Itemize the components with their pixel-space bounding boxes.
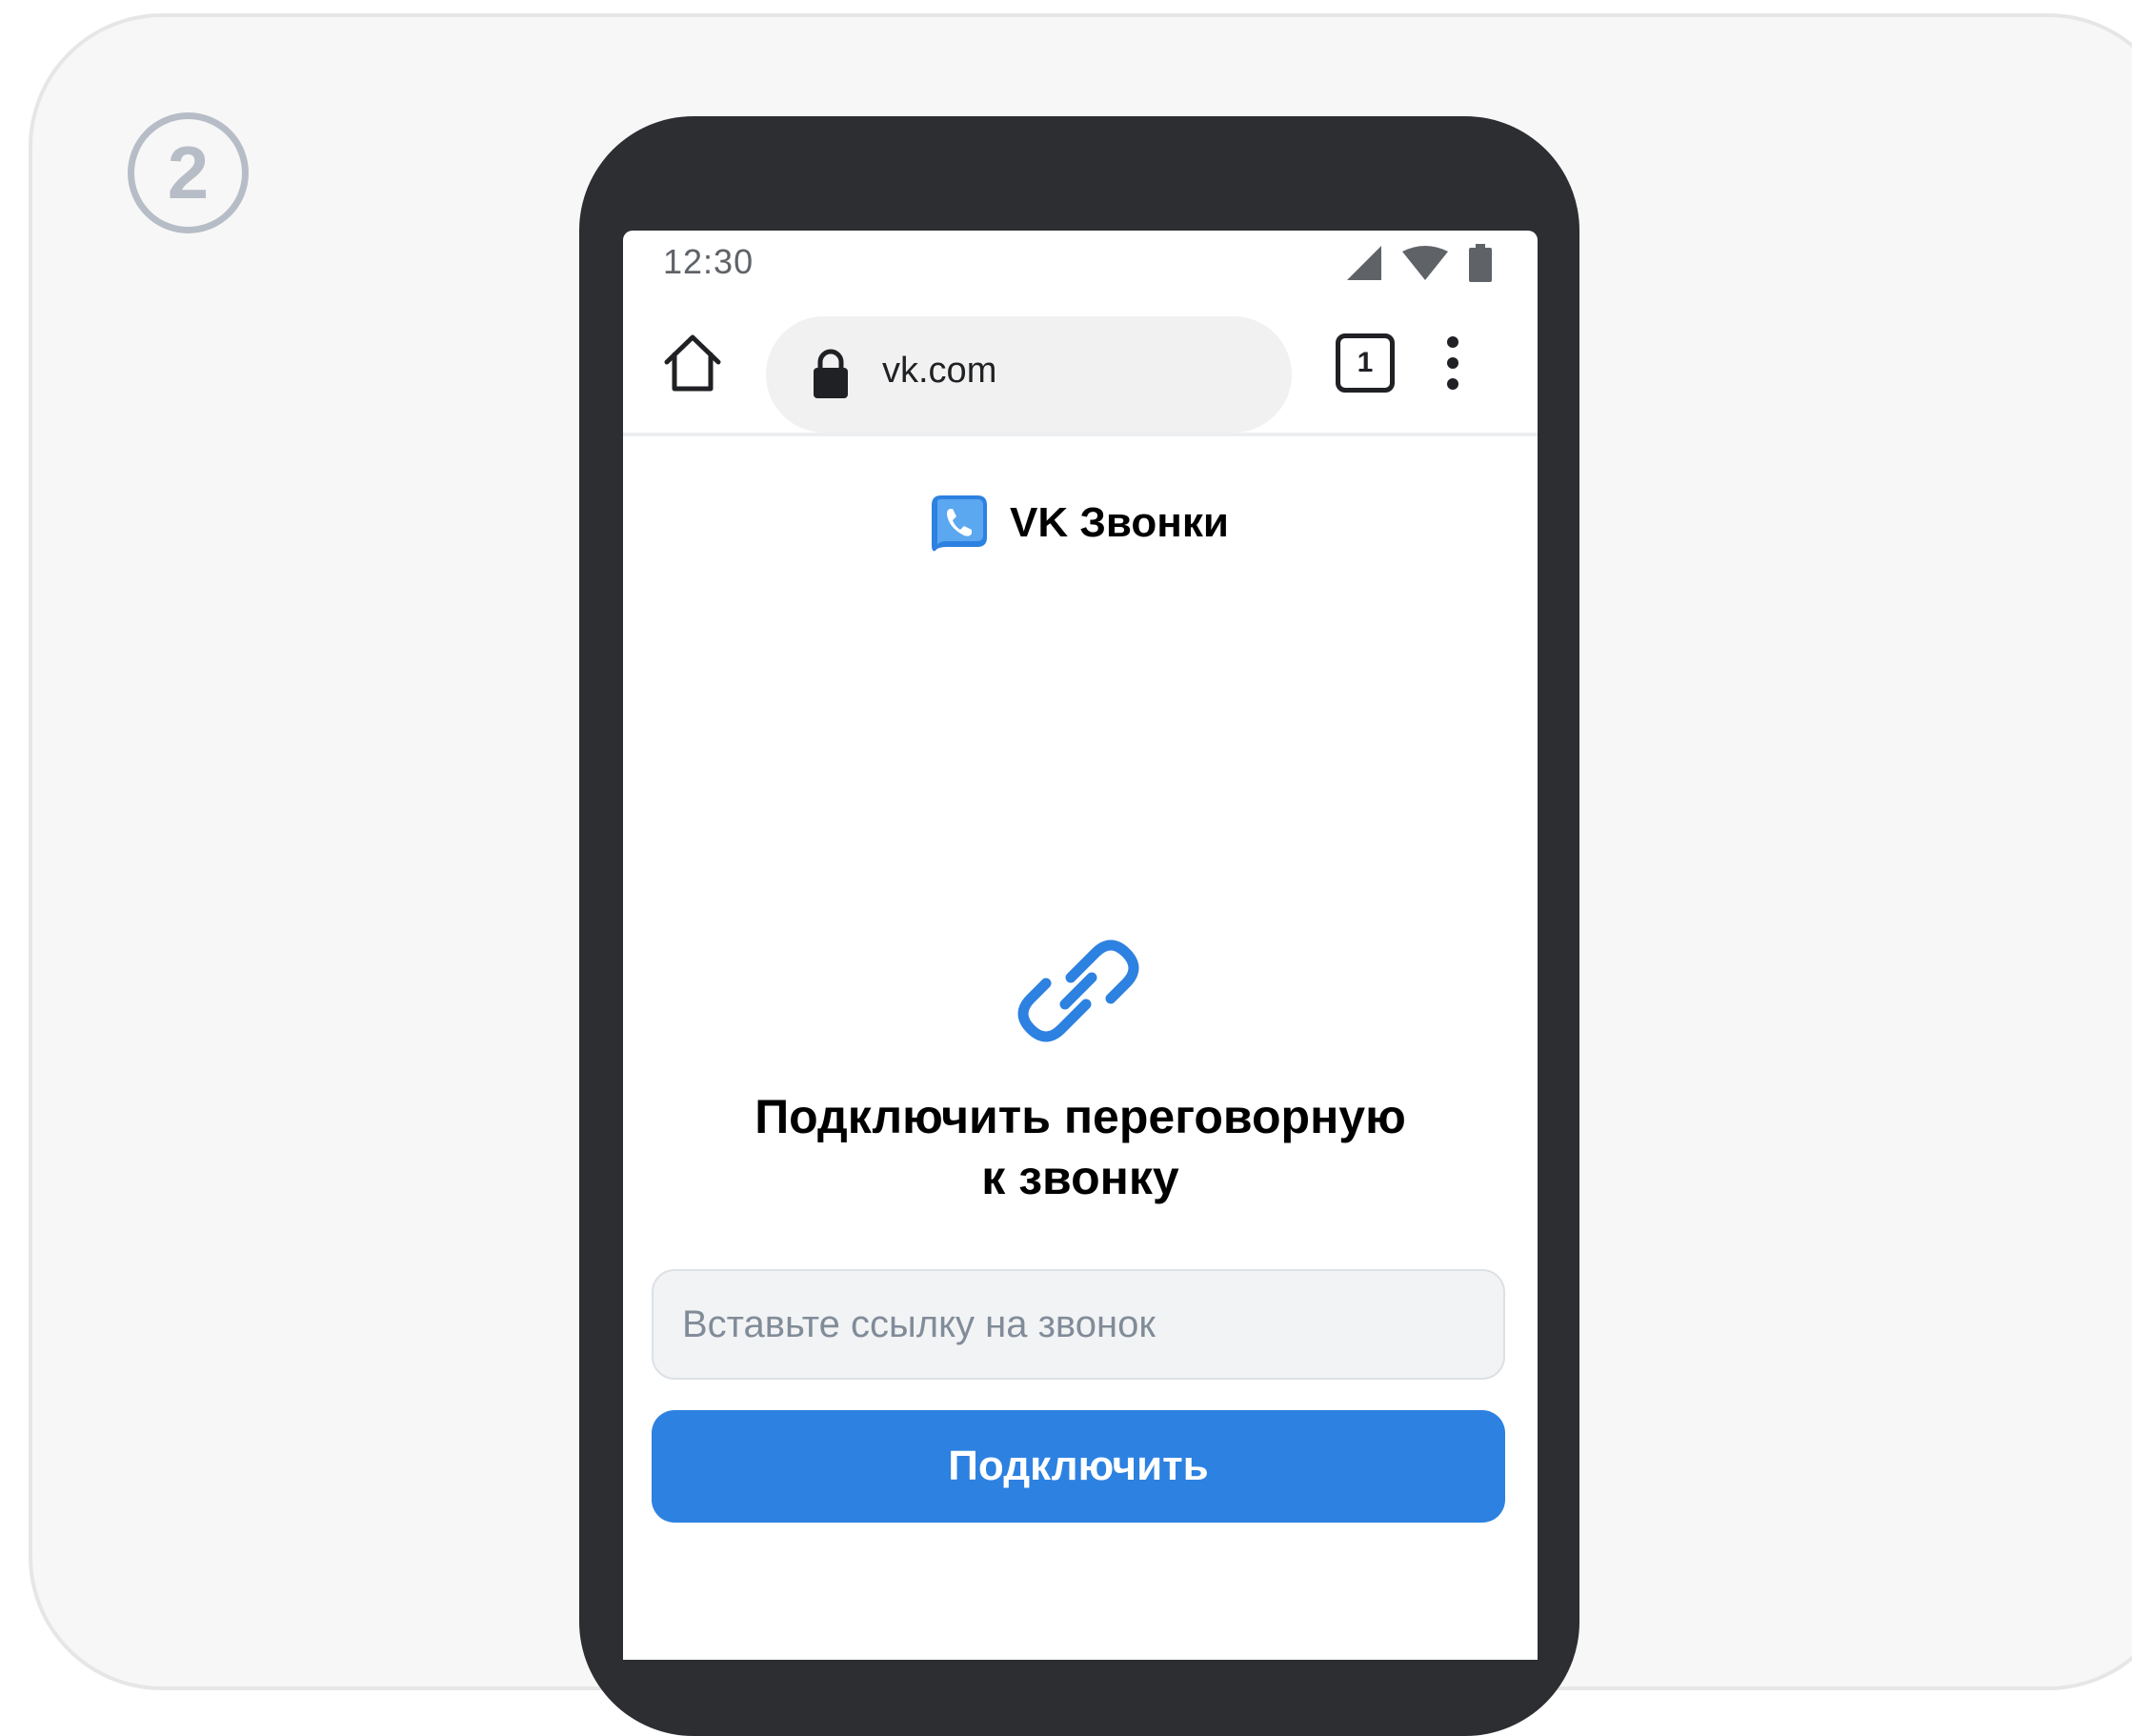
home-icon[interactable] xyxy=(661,332,724,394)
status-icons xyxy=(1347,244,1492,282)
browser-toolbar: vk.com 1 xyxy=(623,299,1538,436)
status-bar: 12:30 xyxy=(623,231,1538,299)
connect-button[interactable]: Подключить xyxy=(652,1410,1505,1523)
phone-screen: 12:30 vk.com 1 VK Звонки Подключить пере… xyxy=(623,231,1538,1660)
link-icon xyxy=(1017,939,1139,1042)
tab-switcher-button[interactable]: 1 xyxy=(1336,333,1395,393)
page-title-line2: к звонку xyxy=(981,1151,1179,1204)
app-brand: VK Звонки xyxy=(928,492,1229,555)
address-bar[interactable]: vk.com xyxy=(766,316,1292,433)
wifi-icon xyxy=(1402,246,1448,280)
call-link-input[interactable] xyxy=(652,1269,1505,1380)
vk-calls-logo-icon xyxy=(932,495,987,552)
battery-icon xyxy=(1469,244,1492,282)
signal-icon xyxy=(1347,246,1381,280)
more-vert-icon[interactable] xyxy=(1444,333,1461,393)
status-time: 12:30 xyxy=(663,242,754,281)
page-title: Подключить переговорную к звонку xyxy=(623,1086,1538,1208)
app-name: VK Звонки xyxy=(1010,499,1229,546)
step-number-badge: 2 xyxy=(128,112,249,233)
page-title-line1: Подключить переговорную xyxy=(754,1090,1406,1143)
lock-icon xyxy=(814,349,848,398)
url-text: vk.com xyxy=(882,351,997,391)
